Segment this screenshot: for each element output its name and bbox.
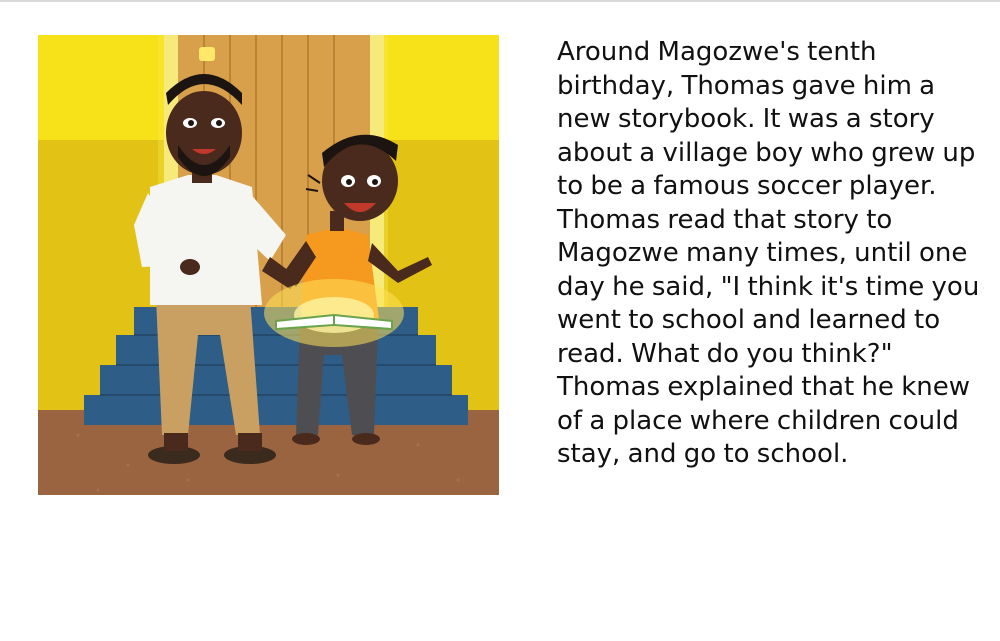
story-text: Around Magozwe's tenth birthday, Thomas …	[557, 37, 980, 469]
top-divider	[0, 0, 1000, 2]
story-illustration	[38, 35, 499, 495]
glowing-book	[264, 279, 404, 347]
